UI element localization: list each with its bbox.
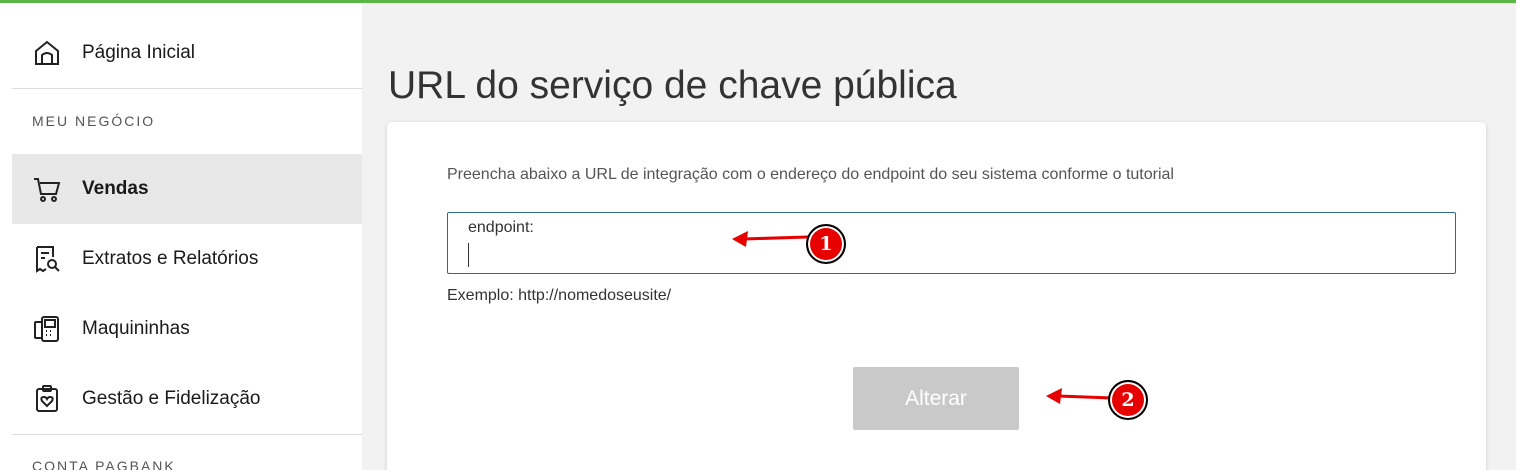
endpoint-label: endpoint: <box>468 219 534 236</box>
sidebar-item-gestao[interactable]: Gestão e Fidelização <box>12 364 362 434</box>
endpoint-field[interactable]: endpoint: <box>447 212 1456 274</box>
divider <box>12 88 362 89</box>
annotation-arrow-2 <box>1046 388 1113 404</box>
clipboard-heart-icon <box>32 384 62 414</box>
text-caret <box>468 243 469 267</box>
page-title: URL do serviço de chave pública <box>388 64 957 107</box>
example-text: Exemplo: http://nomedoseusite/ <box>447 287 672 304</box>
sidebar: Página Inicial MEU NEGÓCIO Vendas Extrat… <box>0 3 362 470</box>
report-search-icon <box>32 244 62 274</box>
sidebar-item-label: Maquininhas <box>82 318 190 339</box>
sidebar-item-vendas[interactable]: Vendas <box>12 154 362 224</box>
sidebar-item-label: Gestão e Fidelização <box>82 388 261 409</box>
sidebar-item-label: Página Inicial <box>82 42 196 63</box>
sidebar-item-home[interactable]: Página Inicial <box>12 18 362 88</box>
sidebar-item-label: Extratos e Relatórios <box>82 248 259 269</box>
annotation-arrow-1 <box>732 231 809 247</box>
divider <box>12 434 362 435</box>
cart-icon <box>32 174 62 204</box>
card-machine-icon <box>32 314 62 344</box>
endpoint-card: Preencha abaixo a URL de integração com … <box>387 122 1486 470</box>
sidebar-item-maquininhas[interactable]: Maquininhas <box>12 294 362 364</box>
home-icon <box>32 38 62 68</box>
annotation-badge-1: 1 <box>806 224 846 264</box>
instructions-text: Preencha abaixo a URL de integração com … <box>447 166 1174 183</box>
sidebar-item-extratos[interactable]: Extratos e Relatórios <box>12 224 362 294</box>
annotation-badge-2: 2 <box>1108 380 1148 420</box>
section-label-account: CONTA PAGBANK <box>32 458 176 470</box>
section-label-business: MEU NEGÓCIO <box>32 113 156 129</box>
alterar-button[interactable]: Alterar <box>853 367 1019 430</box>
sidebar-item-label: Vendas <box>82 178 149 199</box>
